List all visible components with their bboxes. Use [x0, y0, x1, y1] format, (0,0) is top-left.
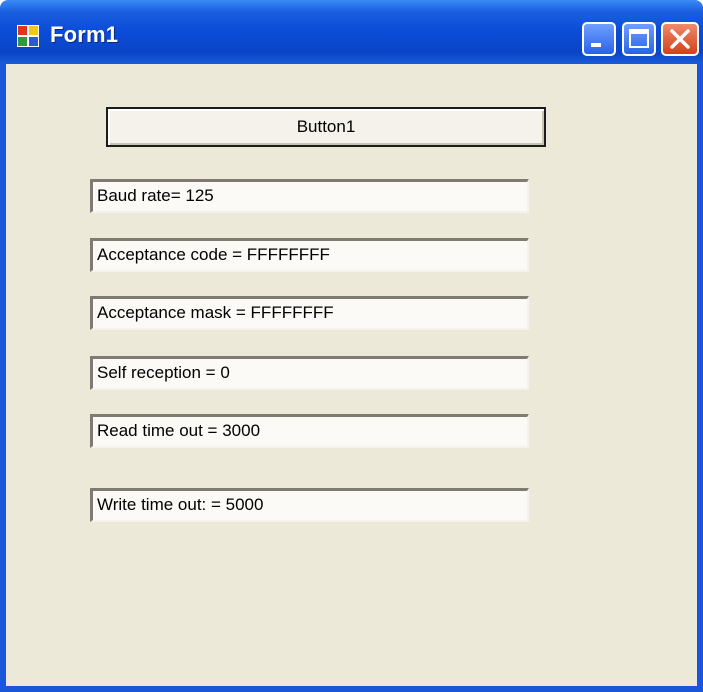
acceptance-code-textbox[interactable]: Acceptance code = FFFFFFFF [90, 238, 529, 272]
window-border-bottom [0, 686, 703, 692]
winforms-app-icon [17, 25, 39, 47]
close-icon [670, 29, 690, 49]
minimize-icon [591, 43, 601, 47]
acceptance-mask-textbox[interactable]: Acceptance mask = FFFFFFFF [90, 296, 529, 330]
button1[interactable]: Button1 [106, 107, 546, 147]
baud-rate-textbox[interactable]: Baud rate= 125 [90, 179, 529, 213]
maximize-icon [629, 29, 649, 48]
form1-window: Form1 Button1 Baud rate= 125 Acceptance … [0, 0, 703, 692]
self-reception-textbox[interactable]: Self reception = 0 [90, 356, 529, 390]
close-button[interactable] [661, 22, 699, 56]
form-client-area: Button1 Baud rate= 125 Acceptance code =… [6, 64, 697, 686]
window-border-right [697, 64, 703, 692]
minimize-button[interactable] [582, 22, 616, 56]
window-title: Form1 [50, 22, 119, 47]
title-bar[interactable]: Form1 [0, 0, 703, 64]
maximize-button[interactable] [622, 22, 656, 56]
read-timeout-textbox[interactable]: Read time out = 3000 [90, 414, 529, 448]
write-timeout-textbox[interactable]: Write time out: = 5000 [90, 488, 529, 522]
